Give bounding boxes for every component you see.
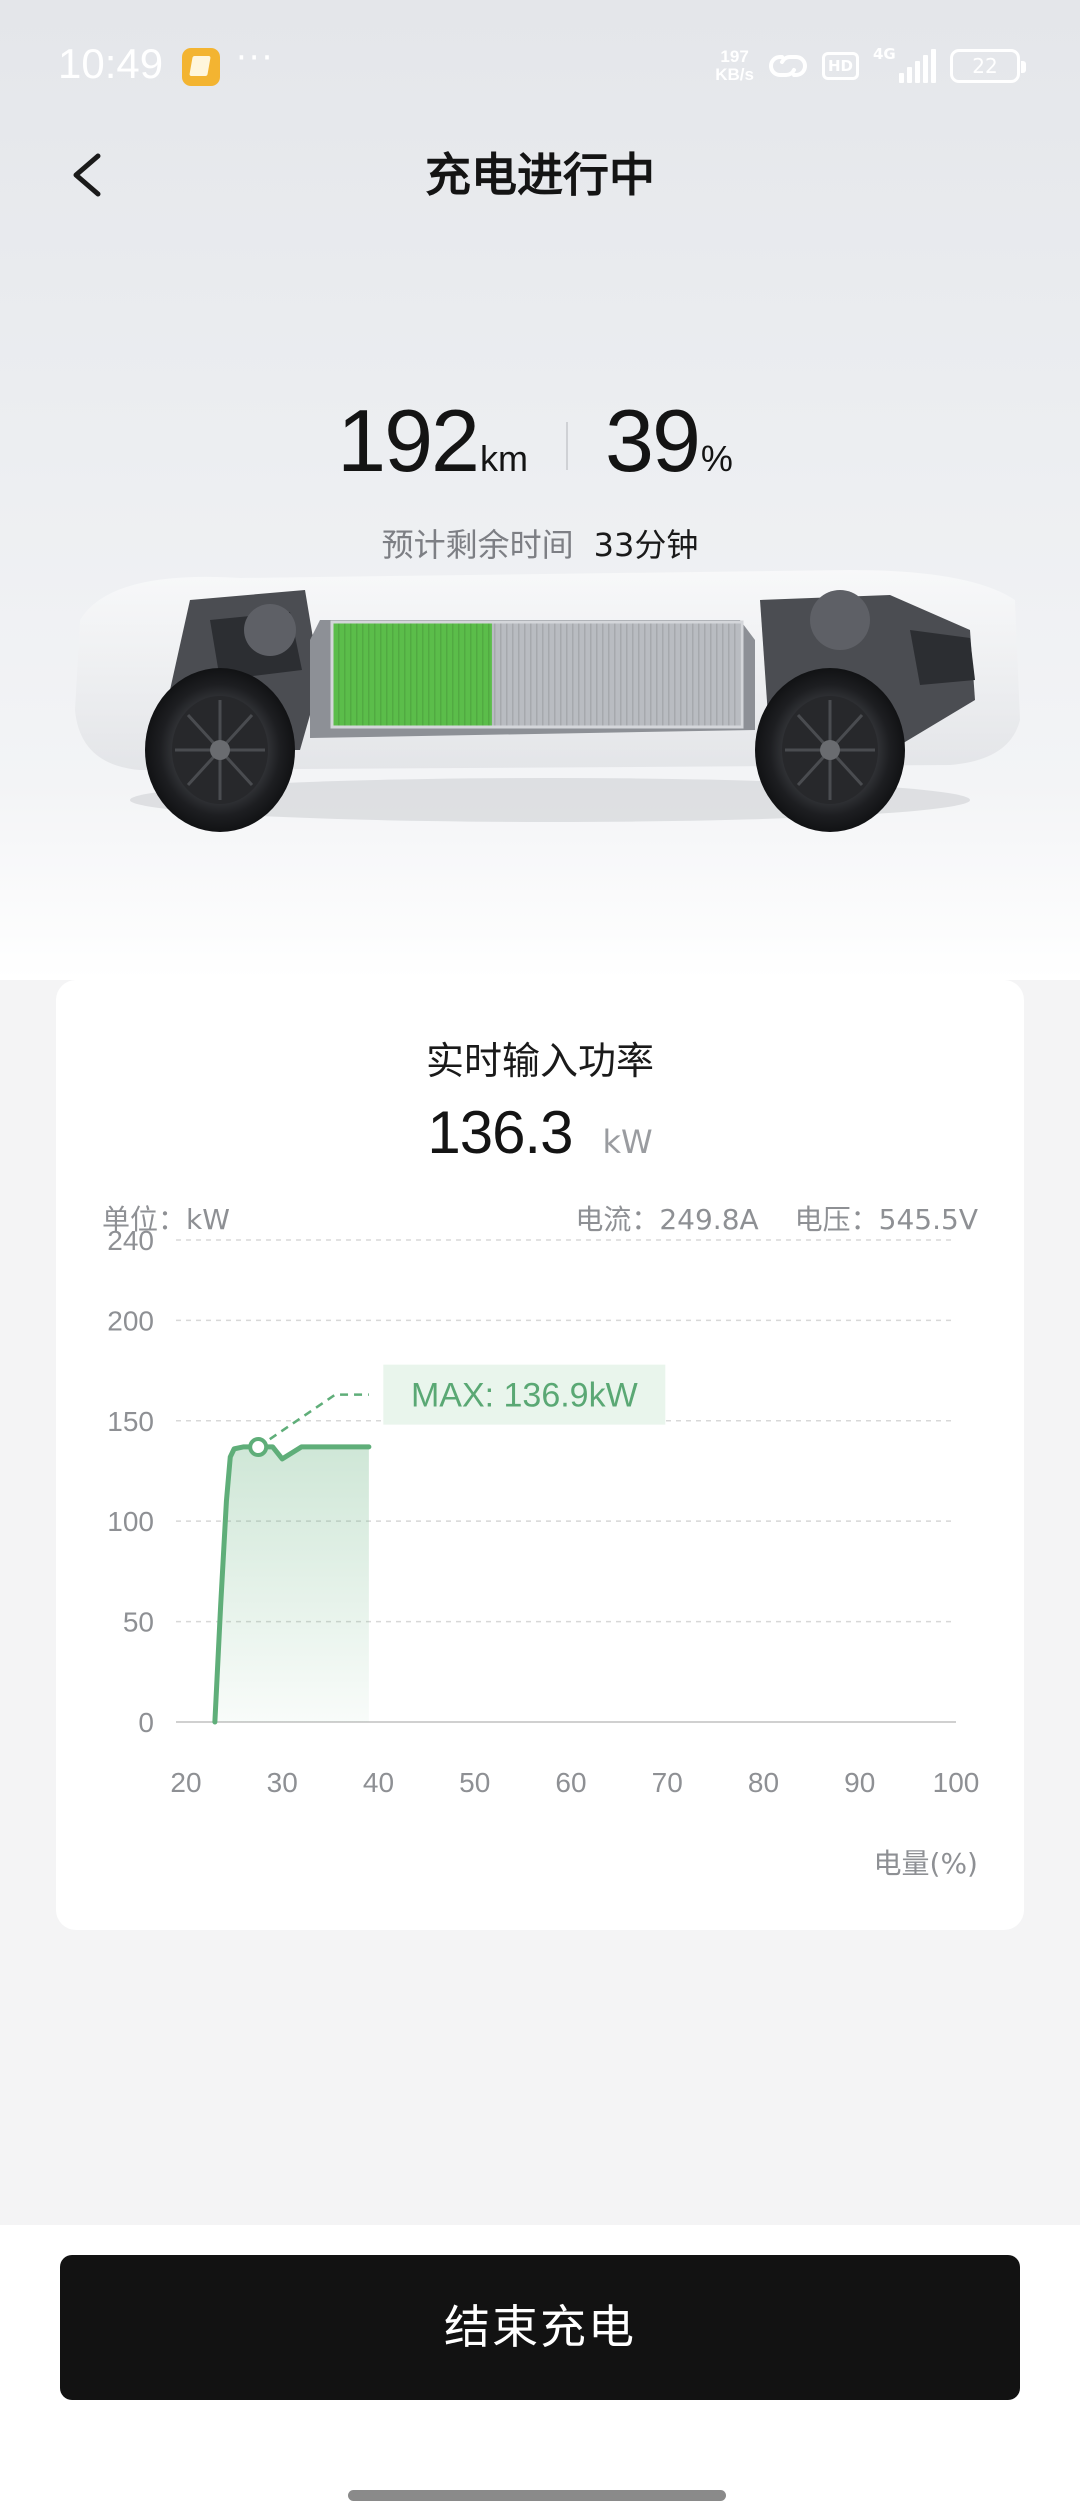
- y-tick-label: 0: [138, 1707, 154, 1738]
- y-tick-label: 100: [107, 1506, 154, 1537]
- battery-level: 22: [972, 54, 998, 78]
- signal-icon: 4G: [873, 45, 936, 83]
- power-chart: 0 50 100 150 200 240 20 30 40 50 60 70 80 90 100 MAX: 1…: [107, 1230, 980, 1798]
- range-value: 192: [337, 391, 480, 490]
- power-unit: kW: [602, 1123, 653, 1161]
- y-tick-label: 50: [123, 1607, 154, 1638]
- page-title: 充电进行中: [425, 148, 655, 202]
- home-indicator[interactable]: [348, 2490, 726, 2501]
- power-readout: 136.3 kW: [56, 1098, 1024, 1167]
- soc-display: 39 %: [605, 390, 733, 492]
- rear-wheel: [755, 668, 905, 832]
- power-card-title: 实时输入功率: [425, 1039, 654, 1083]
- front-wheel: [145, 668, 295, 832]
- battery-icon: 22: [950, 49, 1026, 83]
- status-bar: 10:49 ··· 197 KB/s HD 4G 22: [0, 0, 1080, 130]
- charge-summary: 192 km 39 %: [0, 390, 1080, 500]
- power-value: 136.3: [427, 1099, 573, 1166]
- y-tick-label: 150: [107, 1406, 154, 1437]
- range-unit: km: [480, 438, 528, 479]
- x-tick-label: 40: [363, 1767, 394, 1798]
- max-point-marker: [248, 1437, 269, 1458]
- x-tick-label: 20: [170, 1767, 201, 1798]
- x-tick-label: 50: [459, 1767, 490, 1798]
- status-right-group: 197 KB/s HD 4G 22: [715, 44, 1026, 88]
- x-tick-label: 70: [652, 1767, 683, 1798]
- y-tick-label: 240: [107, 1230, 154, 1256]
- x-tick-label: 30: [267, 1767, 298, 1798]
- notes-app-icon: [182, 48, 220, 86]
- link-icon: [769, 55, 807, 77]
- end-charging-button[interactable]: 结束充电: [60, 2255, 1020, 2400]
- x-tick-label: 100: [933, 1767, 980, 1798]
- range-display: 192 km: [337, 390, 528, 492]
- speed-unit: KB/s: [715, 65, 754, 84]
- hd-icon: HD: [821, 52, 859, 80]
- max-leader-line: [257, 1393, 369, 1449]
- status-time: 10:49: [58, 40, 164, 87]
- x-tick-label: 80: [748, 1767, 779, 1798]
- y-tick-label: 200: [107, 1305, 154, 1336]
- x-tick-label: 60: [555, 1767, 586, 1798]
- soc-unit: %: [700, 438, 733, 479]
- power-area: [214, 1446, 369, 1722]
- eta-value: 33分钟: [593, 526, 699, 564]
- car-chassis-image: [75, 570, 1020, 832]
- network-speed: 197 KB/s: [715, 48, 754, 84]
- network-type: 4G: [873, 45, 896, 63]
- x-tick-label: 90: [844, 1767, 875, 1798]
- x-axis-unit: 电量(%): [873, 1847, 978, 1880]
- speed-value: 197: [720, 47, 749, 66]
- power-card: 实时输入功率 136.3 kW 单位：kW 电流：249.8A 电压：545.5V …: [56, 980, 1024, 1930]
- eta-label: 预计剩余时间: [381, 526, 574, 564]
- soc-value: 39: [605, 391, 701, 490]
- more-dots-icon: ···: [236, 38, 275, 78]
- summary-divider: [566, 422, 568, 470]
- max-label: MAX: 136.9kW: [411, 1377, 638, 1415]
